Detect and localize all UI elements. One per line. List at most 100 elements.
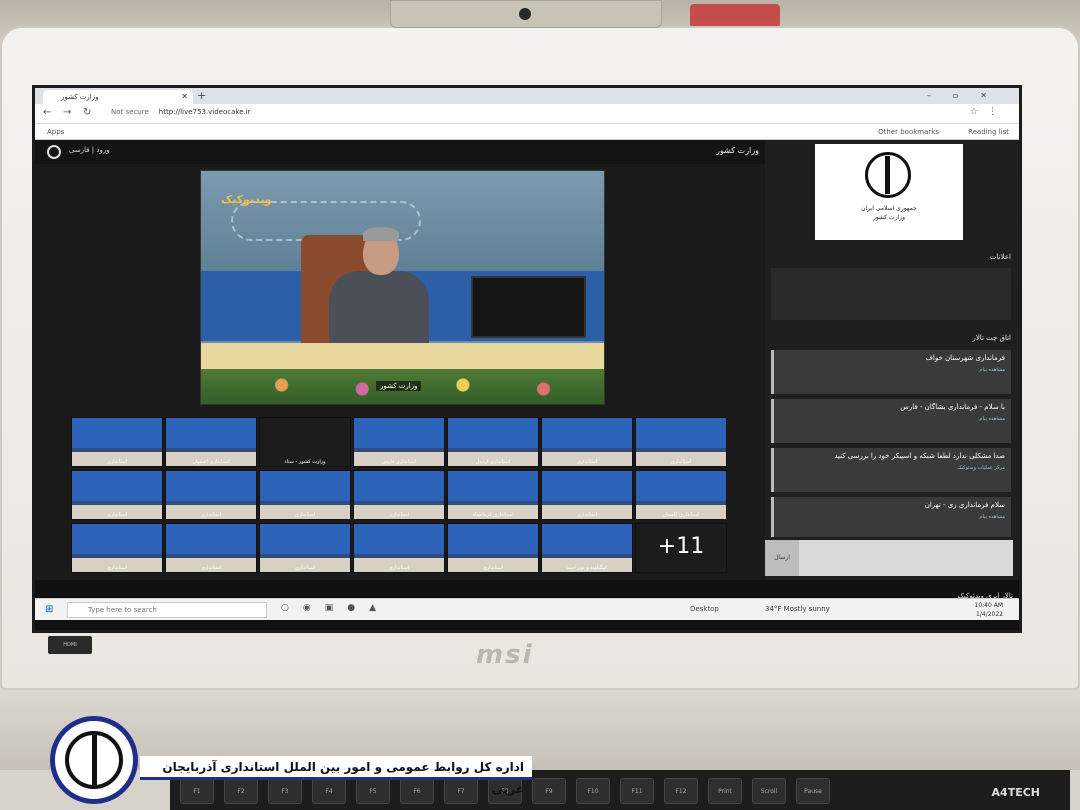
participant-tile[interactable]: کهگیلویه و بویراحمد — [541, 523, 633, 573]
participant-tile[interactable]: استانداری اردبیل — [447, 417, 539, 467]
participant-tile[interactable]: استانداری گلستان — [635, 470, 727, 520]
header-links[interactable]: ورود | فارسی — [69, 146, 110, 154]
taskbar-search[interactable]: Type here to search — [67, 602, 267, 618]
chat-text: صدا مشکلی ندارد لطفا شبکه و اسپیکر خود ر… — [834, 452, 1005, 460]
tile-label: استانداری — [200, 565, 222, 571]
logo-caption: جمهوری اسلامی ایران وزارت کشور — [815, 204, 963, 222]
participant-tile[interactable]: استانداری — [165, 523, 257, 573]
keyboard-key: Scroll Lock — [752, 778, 786, 804]
tile-backdrop — [542, 524, 632, 554]
url-text: http://live753.videocake.ir — [158, 108, 251, 116]
participant-tile[interactable]: استانداری — [71, 417, 163, 467]
video-logo: ویدیوکیک — [221, 193, 272, 206]
chat-text: با سلام - فرمانداری بشاگان - فارس — [900, 403, 1005, 411]
tile-label: استانداری — [482, 565, 504, 571]
tile-label: استانداری — [294, 565, 316, 571]
reading-list[interactable]: Reading list — [968, 124, 1009, 140]
participant-tile[interactable]: استانداری — [541, 417, 633, 467]
chat-text: سلام فرمانداری ری - تهران — [924, 501, 1005, 509]
tile-backdrop — [72, 471, 162, 501]
back-icon[interactable]: ← — [43, 107, 51, 118]
tile-label: وزارت کشور - ستاد — [284, 459, 326, 465]
tile-backdrop — [448, 418, 538, 448]
tile-backdrop — [448, 524, 538, 554]
tile-label: استانداری — [388, 565, 410, 571]
tile-label: کهگیلویه و بویراحمد — [566, 565, 608, 571]
forward-icon[interactable]: → — [63, 107, 71, 118]
clock-date: 1/4/2022 — [976, 611, 1003, 618]
send-button[interactable]: ارسال — [765, 540, 799, 576]
watermark-emblem-icon — [50, 716, 138, 804]
tile-backdrop — [72, 524, 162, 554]
keyboard-key: F4 — [312, 778, 346, 804]
tile-label: استانداری — [294, 512, 316, 518]
participant-tile[interactable]: استانداری — [635, 417, 727, 467]
tile-backdrop — [636, 471, 726, 501]
participant-tile[interactable]: وزارت کشور - ستاد — [259, 417, 351, 467]
taskbar-desktop[interactable]: Desktop — [690, 605, 719, 613]
chat-message: با سلام - فرمانداری بشاگان - فارس مشاهده… — [771, 399, 1011, 443]
participant-tile[interactable]: استانداری — [259, 523, 351, 573]
tile-label: استانداری اصفهان — [192, 459, 230, 465]
page-header: ورود | فارسی وزارت کشور — [35, 140, 765, 164]
tile-backdrop — [354, 471, 444, 501]
keyboard-key: F10 — [576, 778, 610, 804]
bookmark-other[interactable]: Other bookmarks — [878, 124, 939, 140]
participant-tile[interactable]: استانداری کرمانشاه — [447, 470, 539, 520]
url-field[interactable]: Not secure http://live753.videocake.ir — [111, 108, 251, 116]
chat-message: صدا مشکلی ندارد لطفا شبکه و اسپیکر خود ر… — [771, 448, 1011, 492]
participant-tile[interactable]: استانداری — [353, 470, 445, 520]
webcam-lens — [519, 8, 531, 20]
announcements-area — [771, 268, 1011, 320]
participant-tile[interactable]: استانداری — [353, 523, 445, 573]
taskbar-clock[interactable]: 10:40 AM 1/4/2022 — [975, 601, 1003, 619]
participant-tile[interactable]: استانداری — [259, 470, 351, 520]
reload-icon[interactable]: ↻ — [83, 107, 91, 118]
weather-widget[interactable]: 34°F Mostly sunny — [765, 605, 830, 613]
windows-taskbar: ⊞ Type here to search ○◉▣●▲ Desktop 34°F… — [35, 598, 1019, 620]
participant-tile[interactable]: استانداری — [447, 523, 539, 573]
emblem-stroke — [92, 735, 97, 787]
taskbar-apps[interactable]: ○◉▣●▲ — [281, 603, 390, 613]
browser-actions[interactable]: ☆⋮ — [970, 107, 1007, 117]
participant-tile[interactable]: استانداری فارس — [353, 417, 445, 467]
emblem-stroke — [885, 156, 890, 194]
participant-tile[interactable]: استانداری — [71, 523, 163, 573]
tile-label: استانداری گلستان — [662, 512, 700, 518]
keyboard-key: F6 — [400, 778, 434, 804]
chat-message: سلام فرمانداری ری - تهران مشاهده پیام — [771, 497, 1011, 537]
tile-backdrop — [72, 418, 162, 448]
browser-tabbar: وزارت کشور ✕ + –▫✕ — [35, 88, 1019, 104]
bookmarks-bar: Apps Other bookmarks Reading list — [35, 124, 1019, 140]
new-tab-icon[interactable]: + — [197, 88, 206, 104]
more-participants-count: +11 — [657, 534, 705, 559]
participant-tile[interactable]: استانداری — [71, 470, 163, 520]
participant-tile[interactable]: استانداری — [541, 470, 633, 520]
close-icon[interactable]: ✕ — [181, 90, 188, 104]
chat-author: مرکز عملیات ویدئوکیک — [957, 465, 1005, 471]
chat-input[interactable]: ارسال — [765, 540, 1013, 576]
tile-label: استانداری — [576, 512, 598, 518]
keyboard-key: F12 — [664, 778, 698, 804]
web-page: ورود | فارسی وزارت کشور ویدیوکیک وزارت ک… — [35, 140, 1019, 600]
window-controls[interactable]: –▫✕ — [927, 88, 1009, 104]
tile-label: استانداری اردبیل — [475, 459, 511, 465]
bookmark-apps[interactable]: Apps — [47, 124, 64, 140]
tile-backdrop — [260, 524, 350, 554]
tile-backdrop — [542, 418, 632, 448]
side-panel: جمهوری اسلامی ایران وزارت کشور اعلانات ا… — [765, 140, 1019, 580]
keyboard-key: F5 — [356, 778, 390, 804]
tile-backdrop — [636, 418, 726, 448]
windows-start-icon[interactable]: ⊞ — [45, 604, 53, 615]
chat-heading: اتاق چت تالار — [972, 334, 1011, 342]
site-logo-icon[interactable] — [47, 145, 61, 159]
participant-tile[interactable]: استانداری — [165, 470, 257, 520]
browser-tab[interactable]: وزارت کشور ✕ — [43, 90, 193, 104]
main-video[interactable]: ویدیوکیک وزارت کشور — [200, 170, 605, 405]
participant-tile[interactable]: استانداری اصفهان — [165, 417, 257, 467]
tab-title: وزارت کشور — [61, 93, 99, 101]
more-participants-tile[interactable]: +11 — [635, 523, 727, 573]
tile-backdrop — [166, 524, 256, 554]
keyboard-key: F2 — [224, 778, 258, 804]
logo-line-1: جمهوری اسلامی ایران — [861, 205, 917, 212]
